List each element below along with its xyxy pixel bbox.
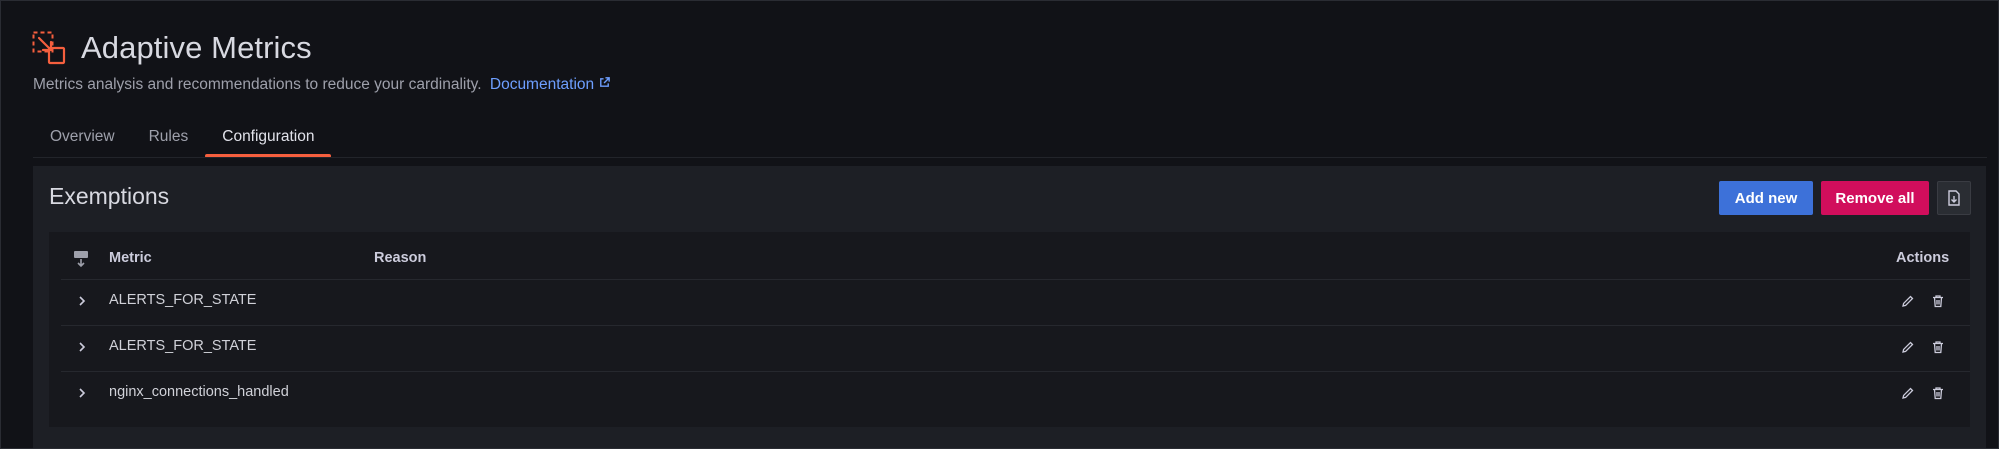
tab-label: Overview xyxy=(50,128,115,145)
metric-cell: ALERTS_FOR_STATE xyxy=(109,338,257,354)
table-row: ALERTS_FOR_STATE xyxy=(61,325,1970,372)
resize-arrow-icon xyxy=(32,31,66,65)
edit-icon[interactable] xyxy=(1901,386,1915,405)
tabs-divider xyxy=(33,157,1987,158)
tab-bar: Overview Rules Configuration xyxy=(33,124,332,158)
chevron-right-icon[interactable] xyxy=(77,340,87,358)
exemptions-table: Metric Reason Actions ALERTS_FOR_STATE A… xyxy=(49,232,1970,427)
page-header: Adaptive Metrics xyxy=(32,30,312,66)
tab-overview[interactable]: Overview xyxy=(33,124,132,157)
edit-icon[interactable] xyxy=(1901,340,1915,359)
metric-cell: nginx_connections_handled xyxy=(109,384,289,400)
documentation-link-label: Documentation xyxy=(489,76,595,94)
column-header-actions: Actions xyxy=(1896,250,1950,266)
expand-all-icon[interactable] xyxy=(73,250,89,273)
table-row: nginx_connections_handled xyxy=(61,371,1970,418)
subtitle-text: Metrics analysis and recommendations to … xyxy=(33,76,482,94)
add-new-button[interactable]: Add new xyxy=(1719,181,1813,215)
chevron-right-icon[interactable] xyxy=(77,294,87,312)
column-header-metric: Metric xyxy=(109,250,152,266)
page-title: Adaptive Metrics xyxy=(81,30,312,65)
tab-label: Configuration xyxy=(222,128,315,145)
table-row: ALERTS_FOR_STATE xyxy=(61,279,1970,326)
exemptions-panel: Exemptions Add new Remove all Metric Rea… xyxy=(33,166,1986,448)
tab-configuration[interactable]: Configuration xyxy=(205,124,332,158)
panel-title: Exemptions xyxy=(49,183,170,209)
trash-icon[interactable] xyxy=(1931,386,1945,405)
trash-icon[interactable] xyxy=(1931,340,1945,359)
remove-all-button[interactable]: Remove all xyxy=(1821,181,1929,215)
tab-label: Rules xyxy=(148,128,189,145)
page-subtitle: Metrics analysis and recommendations to … xyxy=(33,76,611,94)
column-header-reason: Reason xyxy=(374,250,427,266)
external-link-icon xyxy=(598,76,611,94)
documentation-link[interactable]: Documentation xyxy=(490,76,611,93)
export-button[interactable] xyxy=(1937,181,1971,215)
trash-icon[interactable] xyxy=(1931,294,1945,313)
metric-cell: ALERTS_FOR_STATE xyxy=(109,292,257,308)
edit-icon[interactable] xyxy=(1901,294,1915,313)
tab-rules[interactable]: Rules xyxy=(132,124,206,157)
chevron-right-icon[interactable] xyxy=(77,386,87,404)
file-export-icon xyxy=(1938,190,1970,206)
